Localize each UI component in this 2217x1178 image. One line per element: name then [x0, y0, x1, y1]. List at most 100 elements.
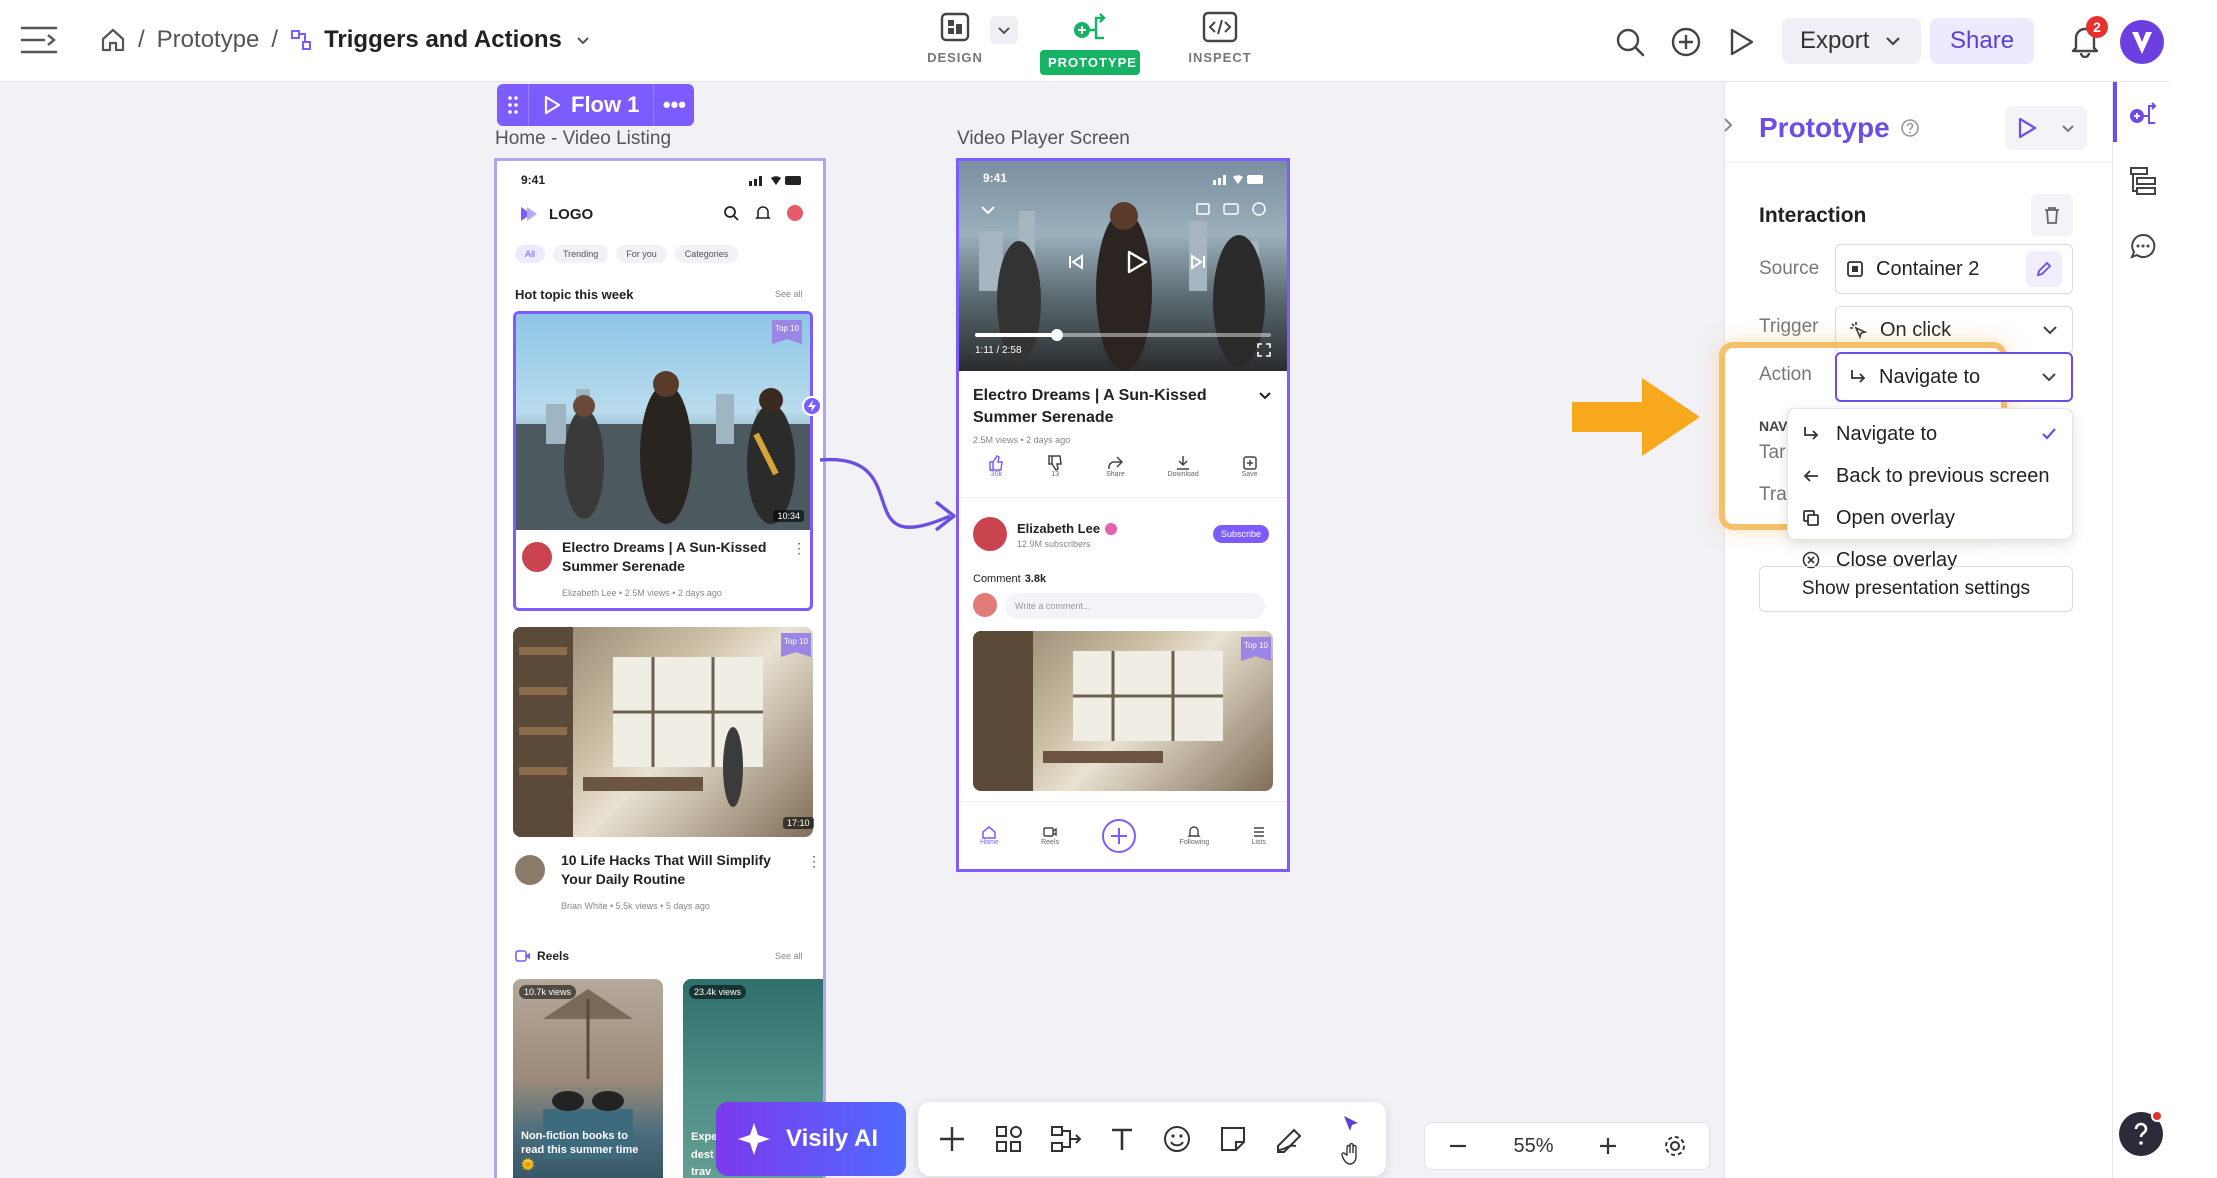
- subscribe-button[interactable]: Subscribe: [1213, 525, 1270, 543]
- video-thumbnail[interactable]: [973, 631, 1273, 791]
- nav-lists[interactable]: Lists: [1251, 825, 1266, 846]
- captions-icon[interactable]: [1223, 202, 1239, 216]
- collapse-panel-icon[interactable]: [1721, 110, 1735, 140]
- breadcrumb-prototype[interactable]: Prototype: [157, 26, 260, 54]
- video-thumbnail[interactable]: [513, 627, 813, 837]
- settings-icon[interactable]: [1251, 201, 1267, 217]
- nav-reels[interactable]: Reels: [1041, 825, 1059, 846]
- skip-back-icon[interactable]: [1067, 253, 1085, 271]
- delete-interaction-button[interactable]: [2031, 194, 2073, 236]
- edit-source-button[interactable]: [2026, 251, 2062, 287]
- section-title: Hot topic this week: [515, 287, 634, 302]
- cursor-icon[interactable]: [1341, 1114, 1361, 1134]
- pen-icon[interactable]: [1274, 1124, 1308, 1154]
- menu-icon[interactable]: [20, 24, 58, 56]
- export-button[interactable]: Export: [1782, 18, 1922, 64]
- see-all-link[interactable]: See all: [775, 289, 803, 299]
- preview-button[interactable]: [2005, 106, 2087, 150]
- interaction-handle[interactable]: [802, 396, 822, 416]
- nav-home[interactable]: Home: [980, 825, 999, 846]
- like-button[interactable]: 30k: [988, 455, 1004, 478]
- prototype-connection[interactable]: [800, 452, 965, 562]
- drag-handle-icon[interactable]: [497, 84, 529, 126]
- layers-icon[interactable]: [2129, 166, 2157, 196]
- source-field[interactable]: Container 2: [1835, 244, 2073, 294]
- comment-icon[interactable]: [2129, 232, 2157, 260]
- nav-following[interactable]: Following: [1180, 825, 1209, 846]
- tab-prototype[interactable]: PROTOTYPE: [1040, 8, 1140, 75]
- play-icon[interactable]: [1726, 26, 1756, 58]
- chip-categories[interactable]: Categories: [674, 245, 739, 263]
- progress-thumb[interactable]: [1050, 329, 1063, 341]
- frame-title-player[interactable]: Video Player Screen: [957, 128, 1130, 150]
- share-button[interactable]: Share: [1106, 455, 1125, 478]
- download-button[interactable]: Download: [1168, 455, 1199, 478]
- design-dropdown[interactable]: [990, 16, 1018, 44]
- search-icon[interactable]: [1614, 26, 1646, 58]
- chevron-down-icon: [1883, 31, 1903, 51]
- add-circle-icon[interactable]: [1101, 818, 1137, 854]
- comment-input[interactable]: Write a comment...: [1005, 593, 1265, 619]
- chip-for-you[interactable]: For you: [616, 245, 667, 263]
- add-circle-icon[interactable]: [1670, 26, 1702, 58]
- bell-icon[interactable]: [755, 205, 771, 221]
- chevron-down-icon[interactable]: [1257, 389, 1273, 403]
- flow-chip[interactable]: Flow 1 •••: [497, 84, 695, 126]
- presentation-settings-button[interactable]: Show presentation settings: [1759, 566, 2073, 612]
- player-top-icons: [1195, 201, 1267, 217]
- home-icon[interactable]: [100, 27, 126, 53]
- breadcrumb-current[interactable]: Triggers and Actions: [324, 26, 562, 54]
- reel-card[interactable]: 10.7k views Non-fiction books to read th…: [513, 979, 663, 1178]
- menu-item-back[interactable]: Back to previous screen: [1788, 455, 2072, 497]
- help-icon[interactable]: [1900, 118, 1920, 138]
- search-icon[interactable]: [723, 205, 739, 221]
- fullscreen-icon[interactable]: [1257, 343, 1271, 357]
- menu-item-navigate-to[interactable]: Navigate to: [1788, 413, 2072, 455]
- avatar[interactable]: [787, 205, 803, 221]
- zoom-in-button[interactable]: [1596, 1134, 1620, 1158]
- chip-trending[interactable]: Trending: [553, 245, 609, 263]
- see-all-link[interactable]: See all: [775, 951, 803, 961]
- canvas[interactable]: Flow 1 ••• Home - Video Listing Video Pl…: [0, 82, 1724, 1178]
- logo-icon: [517, 205, 541, 223]
- hand-icon[interactable]: [1341, 1142, 1361, 1165]
- action-select[interactable]: Navigate to: [1835, 352, 2073, 402]
- more-vertical-icon[interactable]: ⋮: [807, 853, 821, 870]
- plus-icon[interactable]: [936, 1123, 968, 1155]
- play-icon[interactable]: [1125, 249, 1149, 275]
- components-icon[interactable]: [994, 1124, 1024, 1154]
- status-time: 9:41: [983, 171, 1008, 185]
- tab-design[interactable]: DESIGN: [925, 10, 985, 65]
- home-frame[interactable]: 9:41 LOGO All Trending For you Categorie…: [494, 158, 826, 1178]
- rail-active-indicator: [2113, 82, 2117, 142]
- player-frame[interactable]: 9:41 1:11 / 2:58 Electro Dreams | A Sun-…: [956, 158, 1290, 872]
- chevron-down-icon[interactable]: [574, 31, 592, 49]
- flow-icon[interactable]: [1050, 1124, 1082, 1154]
- more-icon[interactable]: •••: [654, 92, 694, 118]
- cast-icon[interactable]: [1195, 202, 1211, 216]
- video-card-selected[interactable]: Top 10 10:34 Electro Dreams | A Sun-Kiss…: [513, 311, 813, 611]
- text-icon[interactable]: [1108, 1125, 1136, 1153]
- skip-forward-icon[interactable]: [1189, 253, 1207, 271]
- gear-icon[interactable]: [1663, 1134, 1687, 1158]
- sticky-note-icon[interactable]: [1218, 1124, 1248, 1154]
- video-meta: Elizabeth Lee • 2.5M views • 2 days ago: [562, 588, 722, 598]
- tab-inspect[interactable]: INSPECT: [1180, 10, 1260, 65]
- video-player[interactable]: 9:41 1:11 / 2:58: [959, 161, 1287, 371]
- pointer-mode-switch[interactable]: [1334, 1109, 1368, 1169]
- chip-all[interactable]: All: [515, 245, 546, 263]
- save-button[interactable]: Save: [1242, 455, 1258, 478]
- prototype-panel-icon[interactable]: [2127, 98, 2159, 130]
- zoom-value[interactable]: 55%: [1513, 1135, 1553, 1158]
- chevron-down-icon[interactable]: [979, 203, 997, 217]
- avatar[interactable]: [2120, 20, 2164, 64]
- emoji-icon[interactable]: [1162, 1124, 1192, 1154]
- visily-ai-button[interactable]: Visily AI: [716, 1102, 906, 1176]
- zoom-out-button[interactable]: [1446, 1134, 1470, 1158]
- share-button[interactable]: Share: [1930, 18, 2035, 64]
- dislike-button[interactable]: 13: [1047, 455, 1063, 478]
- frame-title-home[interactable]: Home - Video Listing: [495, 128, 671, 150]
- progress-track[interactable]: [975, 329, 1271, 341]
- menu-item-open-overlay[interactable]: Open overlay: [1788, 497, 2072, 539]
- logo-text: LOGO: [549, 205, 594, 223]
